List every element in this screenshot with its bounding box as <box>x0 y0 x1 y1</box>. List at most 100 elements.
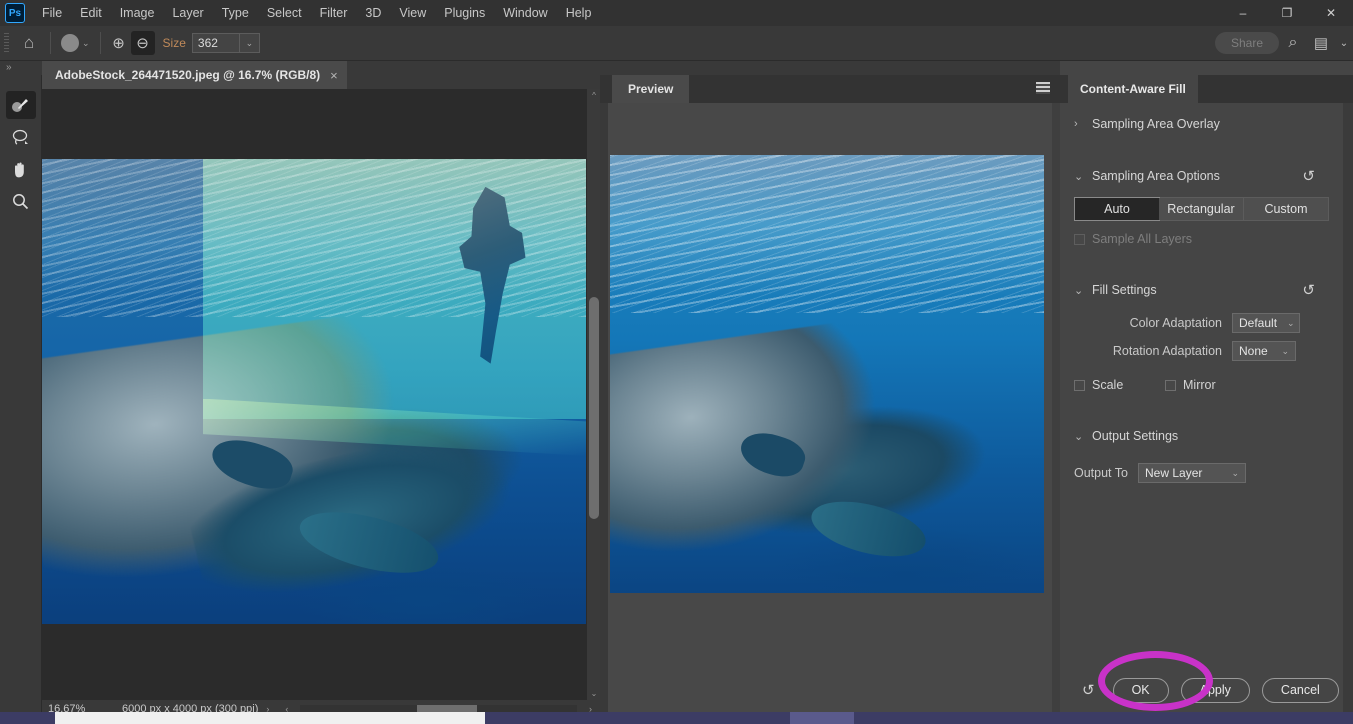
document-tab[interactable]: AdobeStock_264471520.jpeg @ 16.7% (RGB/8… <box>42 61 347 89</box>
color-adaptation-dropdown[interactable]: Default ⌄ <box>1232 313 1300 333</box>
section-sampling-area-overlay[interactable]: › Sampling Area Overlay <box>1060 109 1343 139</box>
tab-content-aware-fill[interactable]: Content-Aware Fill <box>1068 75 1198 103</box>
scale-mirror-row: Scale Mirror <box>1060 371 1343 399</box>
minimize-icon[interactable]: – <box>1221 0 1265 26</box>
canvas-vertical-scrollbar[interactable]: ^ ⌄ <box>586 89 600 700</box>
preview-water-surface <box>610 155 1044 313</box>
brush-size-input[interactable]: 362 <box>191 33 240 53</box>
scale-label: Scale <box>1092 378 1124 392</box>
hand-tool-icon[interactable] <box>6 155 36 183</box>
section-output-settings[interactable]: ⌄ Output Settings <box>1060 421 1343 451</box>
photoshop-window: Ps File Edit Image Layer Type Select Fil… <box>0 0 1353 724</box>
maximize-icon[interactable]: ❐ <box>1265 0 1309 26</box>
caf-tab-row: Content-Aware Fill <box>1060 75 1353 103</box>
preview-body <box>608 103 1052 715</box>
reset-all-icon[interactable]: ↺ <box>1082 681 1095 699</box>
mirror-label: Mirror <box>1183 378 1216 392</box>
brush-preset-picker[interactable]: ⌄ <box>57 34 94 52</box>
caf-right-edge <box>1343 103 1353 724</box>
photoshop-logo-icon: Ps <box>5 3 25 23</box>
output-to-label: Output To <box>1074 466 1128 480</box>
cancel-button[interactable]: Cancel <box>1261 677 1339 703</box>
panel-menu-icon[interactable] <box>1036 82 1050 94</box>
menu-layer[interactable]: Layer <box>163 2 212 24</box>
sample-all-layers-checkbox[interactable] <box>1074 233 1085 245</box>
divider <box>50 32 51 54</box>
sampling-mode-rectangular[interactable]: Rectangular <box>1159 198 1244 220</box>
chevron-down-icon[interactable]: ⌄ <box>1074 284 1092 297</box>
left-panel-expand-icon[interactable]: » <box>6 62 12 73</box>
scale-row[interactable]: Scale <box>1060 371 1165 399</box>
menu-filter[interactable]: Filter <box>311 2 357 24</box>
canvas-area[interactable]: ^ ⌄ <box>42 89 600 700</box>
subtract-from-sampling-area-icon[interactable]: ⊖ <box>130 31 155 55</box>
zoom-tool-icon[interactable] <box>6 187 36 215</box>
chevron-down-icon[interactable]: ⌄ <box>82 38 90 49</box>
scroll-up-icon[interactable]: ^ <box>587 91 600 100</box>
options-bar: ⌂ ⌄ ⊕ ⊖ Size 362 ⌄ Share ⌕ ▤ ⌄ <box>0 26 1353 61</box>
scroll-down-icon[interactable]: ⌄ <box>587 689 600 698</box>
menu-plugins[interactable]: Plugins <box>435 2 494 24</box>
taskbar-window-b[interactable] <box>790 712 854 724</box>
tab-preview[interactable]: Preview <box>612 75 690 103</box>
workspace-icon[interactable]: ▤ <box>1307 29 1335 57</box>
color-adaptation-value: Default <box>1239 316 1278 330</box>
content-aware-fill-panel: Content-Aware Fill › Sampling Area Overl… <box>1060 61 1353 724</box>
menu-type[interactable]: Type <box>213 2 258 24</box>
lasso-tool-icon[interactable] <box>6 123 36 151</box>
scale-checkbox[interactable] <box>1074 379 1085 391</box>
chevron-down-icon[interactable]: ⌄ <box>1074 170 1092 183</box>
brush-tool-icon[interactable] <box>5 91 36 119</box>
share-button[interactable]: Share <box>1214 32 1279 54</box>
brush-size-label: Size <box>162 36 186 50</box>
mirror-row[interactable]: Mirror <box>1165 371 1216 399</box>
tools-panel <box>0 75 42 724</box>
menu-edit[interactable]: Edit <box>71 2 111 24</box>
chevron-down-icon[interactable]: ⌄ <box>1287 318 1295 329</box>
mirror-checkbox[interactable] <box>1165 379 1176 391</box>
apply-button[interactable]: Apply <box>1180 677 1250 703</box>
preview-scrollbar[interactable] <box>1052 103 1060 715</box>
home-icon[interactable]: ⌂ <box>14 29 44 57</box>
menu-3d[interactable]: 3D <box>356 2 390 24</box>
menu-file[interactable]: File <box>33 2 71 24</box>
menu-image[interactable]: Image <box>111 2 164 24</box>
document-close-icon[interactable]: × <box>330 68 338 83</box>
reset-sampling-area-options-icon[interactable]: ↺ <box>1302 167 1315 185</box>
scrollbar-thumb[interactable] <box>589 297 599 519</box>
rotation-adaptation-value: None <box>1239 344 1268 358</box>
reset-fill-settings-icon[interactable]: ↺ <box>1302 281 1315 299</box>
section-title: Sampling Area Options <box>1092 169 1220 183</box>
rotation-adaptation-dropdown[interactable]: None ⌄ <box>1232 341 1296 361</box>
chevron-down-icon[interactable]: ⌄ <box>1231 468 1239 479</box>
close-icon[interactable]: ✕ <box>1309 0 1353 26</box>
preview-whale-subject <box>610 303 1008 593</box>
os-taskbar <box>0 712 1353 724</box>
document-tab-label: AdobeStock_264471520.jpeg @ 16.7% (RGB/8… <box>55 68 321 82</box>
brush-size-chevron-down-icon[interactable]: ⌄ <box>239 33 260 53</box>
menu-help[interactable]: Help <box>557 2 601 24</box>
menu-select[interactable]: Select <box>258 2 311 24</box>
section-sampling-area-options[interactable]: ⌄ Sampling Area Options ↺ <box>1060 161 1343 191</box>
sampling-area-mode-group: Auto Rectangular Custom <box>1074 197 1329 221</box>
sampling-mode-auto[interactable]: Auto <box>1074 197 1160 221</box>
taskbar-window-a[interactable] <box>55 712 485 724</box>
workspace-chevron-down-icon[interactable]: ⌄ <box>1335 29 1353 57</box>
options-bar-grip[interactable] <box>4 33 9 53</box>
preview-panel: Preview 17% <box>600 61 1060 724</box>
document-image[interactable] <box>42 159 589 647</box>
chevron-down-icon[interactable]: ⌄ <box>1074 430 1092 443</box>
sampling-mode-custom[interactable]: Custom <box>1244 198 1328 220</box>
menu-view[interactable]: View <box>390 2 435 24</box>
rotation-adaptation-label: Rotation Adaptation <box>1112 344 1222 358</box>
section-fill-settings[interactable]: ⌄ Fill Settings ↺ <box>1060 275 1343 305</box>
ok-button[interactable]: OK <box>1112 677 1169 703</box>
add-to-sampling-area-icon[interactable]: ⊕ <box>107 31 131 55</box>
menu-window[interactable]: Window <box>494 2 556 24</box>
output-to-dropdown[interactable]: New Layer ⌄ <box>1138 463 1246 483</box>
chevron-right-icon[interactable]: › <box>1074 118 1092 130</box>
chevron-down-icon[interactable]: ⌄ <box>1281 346 1289 357</box>
search-icon[interactable]: ⌕ <box>1279 29 1307 57</box>
sample-all-layers-row[interactable]: Sample All Layers <box>1060 225 1343 253</box>
section-title: Output Settings <box>1092 429 1179 443</box>
